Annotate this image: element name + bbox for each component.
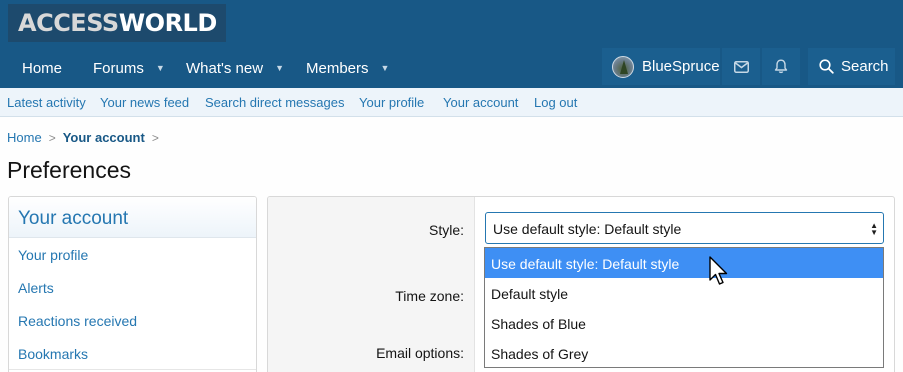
chevron-down-icon[interactable]: ▼	[156, 63, 165, 73]
sidebar-item-alerts[interactable]: Alerts	[9, 271, 256, 304]
inbox-button[interactable]	[722, 48, 760, 85]
nav-forums[interactable]: Forums ▼	[93, 48, 165, 88]
logo-text-access: ACCESS	[18, 9, 119, 37]
style-select[interactable]: Use default style: Default style ▲ ▼	[485, 212, 884, 244]
select-arrows-icon: ▲ ▼	[870, 221, 878, 237]
nav-forums-label: Forums	[93, 59, 144, 77]
breadcrumb-separator: >	[48, 130, 56, 145]
style-option-default-style[interactable]: Default style	[485, 278, 883, 308]
site-logo[interactable]: ACCESS WORLD	[8, 4, 226, 42]
chevron-down-icon[interactable]: ▼	[381, 63, 390, 73]
style-option-shades-of-blue[interactable]: Shades of Blue	[485, 308, 883, 338]
breadcrumb-home[interactable]: Home	[7, 130, 42, 145]
style-select-value: Use default style: Default style	[493, 221, 682, 237]
style-dropdown-list: Use default style: Default style Default…	[484, 247, 884, 368]
sub-nav: Latest activity Your news feed Search di…	[0, 88, 903, 117]
breadcrumb-separator: >	[151, 130, 159, 145]
nav-members-label: Members	[306, 59, 369, 77]
alerts-button[interactable]	[762, 48, 800, 85]
style-option-shades-of-grey[interactable]: Shades of Grey	[485, 338, 883, 368]
envelope-icon	[733, 60, 749, 73]
sidebar-heading: Your account	[9, 197, 256, 238]
bell-icon	[774, 59, 788, 74]
sidebar-item-your-profile[interactable]: Your profile	[9, 238, 256, 271]
breadcrumb: Home > Your account >	[7, 130, 166, 145]
user-account-button[interactable]: BlueSpruce	[602, 48, 720, 85]
user-name: BlueSpruce	[642, 58, 720, 75]
site-header: ACCESS WORLD	[0, 0, 903, 48]
nav-home-label: Home	[22, 59, 63, 77]
nav-home[interactable]: Home	[22, 48, 62, 88]
subnav-news-feed[interactable]: Your news feed	[100, 95, 189, 110]
mouse-cursor-icon	[709, 256, 728, 285]
account-sidebar: Your account Your profile Alerts Reactio…	[8, 196, 257, 372]
chevron-down-icon[interactable]: ▼	[275, 63, 284, 73]
sidebar-item-reactions-received[interactable]: Reactions received	[9, 304, 256, 337]
style-label: Style:	[428, 222, 464, 238]
email-options-label: Email options:	[376, 345, 464, 361]
subnav-log-out[interactable]: Log out	[534, 95, 577, 110]
subnav-search-direct-messages[interactable]: Search direct messages	[205, 95, 344, 110]
search-button[interactable]: Search	[808, 48, 895, 85]
search-label: Search	[841, 58, 889, 75]
timezone-label: Time zone:	[395, 288, 464, 304]
sidebar-item-bookmarks[interactable]: Bookmarks	[9, 337, 256, 370]
search-icon	[819, 59, 834, 74]
nav-whats-new-label: What's new	[186, 59, 264, 77]
subnav-latest-activity[interactable]: Latest activity	[7, 95, 86, 110]
breadcrumb-your-account[interactable]: Your account	[63, 130, 145, 145]
form-label-column: Style: Time zone: Email options:	[268, 197, 475, 372]
nav-whats-new[interactable]: What's new ▼	[186, 48, 284, 88]
style-option-use-default[interactable]: Use default style: Default style	[485, 248, 883, 278]
logo-text-world: WORLD	[118, 9, 218, 37]
page-title: Preferences	[7, 157, 132, 183]
subnav-your-account[interactable]: Your account	[443, 95, 518, 110]
nav-members[interactable]: Members ▼	[306, 48, 389, 88]
avatar	[612, 55, 634, 78]
subnav-your-profile[interactable]: Your profile	[359, 95, 424, 110]
